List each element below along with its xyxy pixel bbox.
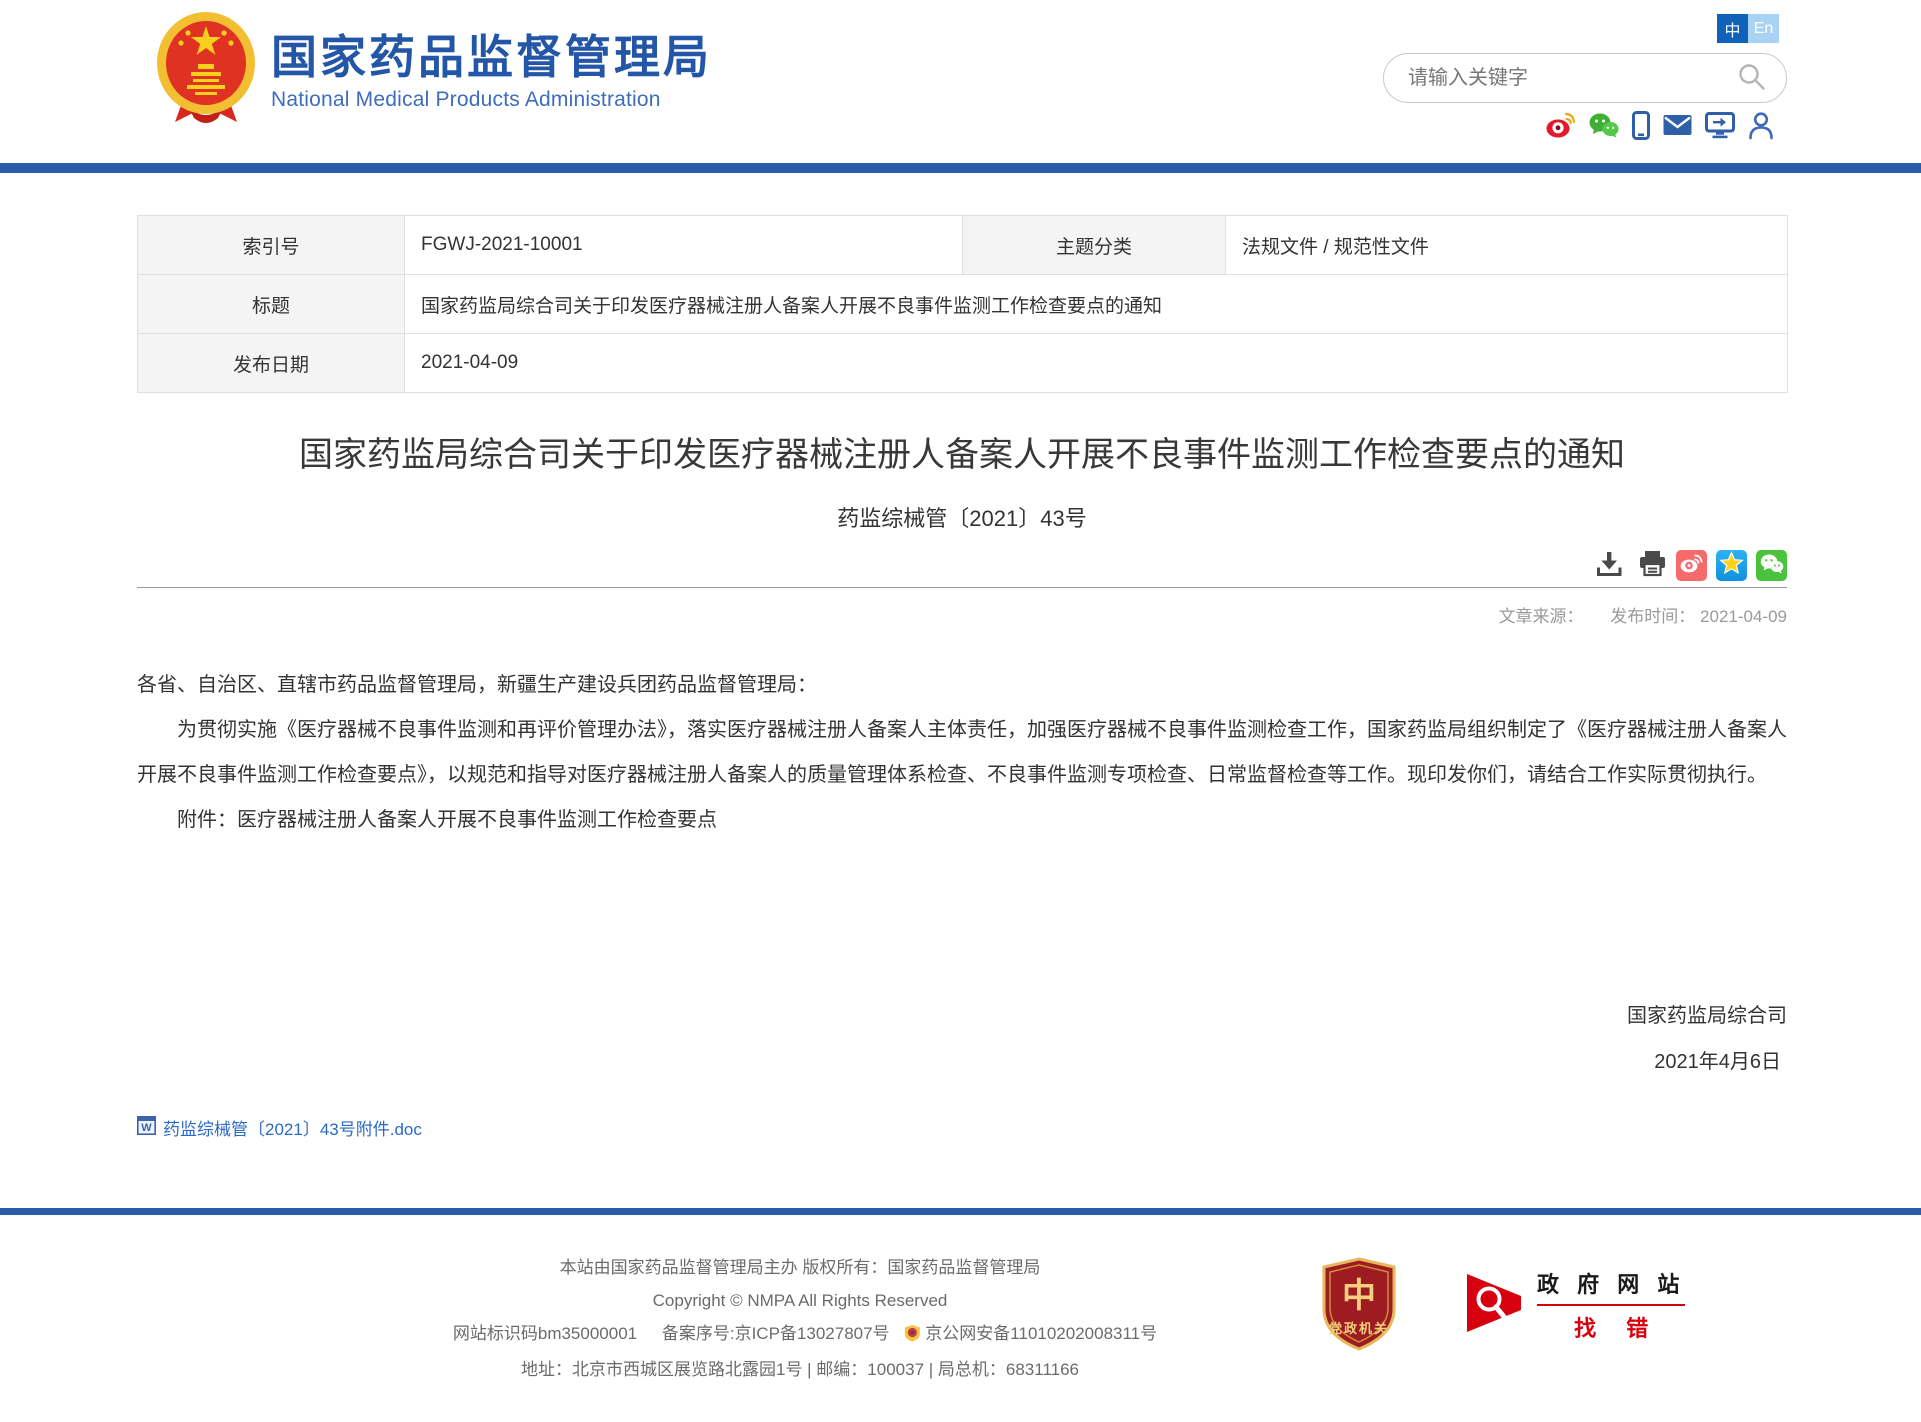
footer-address-line: 地址：北京市西城区展览路北露园1号 | 邮编：100037 | 局总机：6831… [443,1353,1157,1386]
svg-text:W: W [141,1122,152,1134]
signature-block: 国家药监局综合司 2021年4月6日 [137,993,1787,1085]
lang-en-button[interactable]: En [1748,14,1779,43]
weibo-icon[interactable] [1546,112,1576,138]
article-meta: 文章来源： 发布时间： 2021-04-09 [137,602,1787,627]
site-logo[interactable]: 国家药品监督管理局 National Medical Products Admi… [155,10,712,129]
article-body: 各省、自治区、直辖市药品监督管理局，新疆生产建设兵团药品监督管理局： 为贯彻实施… [137,663,1787,843]
mobile-icon[interactable] [1632,111,1650,140]
info-value-category: 法规文件 / 规范性文件 [1226,216,1788,275]
document-info-table: 索引号 FGWJ-2021-10001 主题分类 法规文件 / 规范性文件 标题… [137,215,1788,393]
attachment-note-line: 附件：医疗器械注册人备案人开展不良事件监测工作检查要点 [137,798,1787,843]
info-value-date: 2021-04-09 [405,334,1788,393]
header-social-icons [1546,110,1774,140]
footer-copyright-line: Copyright © NMPA All Rights Reserved [443,1284,1157,1317]
main-content: 索引号 FGWJ-2021-10001 主题分类 法规文件 / 规范性文件 标题… [137,215,1787,1140]
site-id-code: 网站标识码bm35000001 [453,1324,637,1343]
info-value-index: FGWJ-2021-10001 [405,216,963,275]
user-icon[interactable] [1748,111,1774,140]
printer-icon [1638,550,1667,580]
table-row: 发布日期 2021-04-09 [138,334,1788,393]
lang-cn-button[interactable]: 中 [1717,14,1748,43]
document-number: 药监综械管〔2021〕43号 [137,501,1787,533]
mail-icon[interactable] [1663,114,1692,136]
search-box [1383,53,1787,103]
site-footer: 本站由国家药品监督管理局主办 版权所有：国家药品监督管理局 Copyright … [0,1215,1921,1422]
qzone-star-icon [1719,551,1744,579]
table-row: 索引号 FGWJ-2021-10001 主题分类 法规文件 / 规范性文件 [138,216,1788,275]
info-value-title: 国家药监局综合司关于印发医疗器械注册人备案人开展不良事件监测工作检查要点的通知 [405,275,1788,334]
source-label: 文章来源： [1499,607,1584,626]
svg-text:党政机关: 党政机关 [1329,1321,1389,1336]
wechat-icon[interactable] [1589,112,1619,138]
find-error-sub: 找 错 [1537,1311,1685,1343]
wechat-share-icon [1760,553,1784,577]
site-header: 国家药品监督管理局 National Medical Products Admi… [0,0,1921,163]
search-icon [1736,61,1768,96]
header-divider-bar [0,163,1921,173]
language-switch: 中 En [1717,14,1779,43]
article-toolbar [137,549,1787,581]
svg-text:中: 中 [1342,1277,1376,1315]
security-record-number: 京公网安备11010202008311号 [925,1324,1157,1343]
signature-org: 国家药监局综合司 [137,993,1787,1039]
page-title: 国家药监局综合司关于印发医疗器械注册人备案人开展不良事件监测工作检查要点的通知 [137,433,1787,477]
publish-time-label: 发布时间： [1610,607,1695,626]
salutation-line: 各省、自治区、直辖市药品监督管理局，新疆生产建设兵团药品监督管理局： [137,663,1787,708]
info-label-category: 主题分类 [963,216,1226,275]
find-error-text: 政 府 网 站 找 错 [1537,1267,1685,1343]
table-row: 标题 国家药监局综合司关于印发医疗器械注册人备案人开展不良事件监测工作检查要点的… [138,275,1788,334]
monitor-icon[interactable] [1705,112,1735,139]
footer-divider-bar [0,1208,1921,1215]
share-qzone-button[interactable] [1716,550,1747,581]
info-label-index: 索引号 [138,216,405,275]
footer-text-block: 本站由国家药品监督管理局主办 版权所有：国家药品监督管理局 Copyright … [443,1251,1157,1386]
police-badge-icon [904,1320,921,1353]
site-title-en: National Medical Products Administration [271,88,712,112]
info-label-title: 标题 [138,275,405,334]
icp-number: 备案序号:京ICP备13027807号 [662,1324,890,1343]
party-gov-badge[interactable]: 中 党政机关 [1320,1257,1398,1356]
toolbar-divider [137,587,1787,588]
site-title-cn: 国家药品监督管理局 [271,28,712,86]
footer-host-line: 本站由国家药品监督管理局主办 版权所有：国家药品监督管理局 [443,1251,1157,1284]
weibo-share-icon [1680,554,1703,576]
search-input[interactable] [1406,66,1730,91]
national-emblem-icon [155,10,257,129]
attachment-file-link[interactable]: 药监综械管〔2021〕43号附件.doc [163,1115,422,1140]
info-label-date: 发布日期 [138,334,405,393]
word-doc-icon: W [137,1116,156,1140]
gov-site-find-error-badge[interactable]: 政 府 网 站 找 错 [1463,1267,1685,1343]
find-error-title: 政 府 网 站 [1537,1267,1685,1306]
download-button[interactable] [1596,550,1622,580]
share-weibo-button[interactable] [1676,550,1707,581]
attachment-link-row[interactable]: W 药监综械管〔2021〕43号附件.doc [137,1115,557,1140]
find-error-flag-icon [1463,1272,1525,1339]
download-icon [1596,550,1622,580]
search-button[interactable] [1730,60,1774,97]
body-paragraph: 为贯彻实施《医疗器械不良事件监测和再评价管理办法》，落实医疗器械注册人备案人主体… [137,708,1787,798]
footer-icp-line: 网站标识码bm35000001 备案序号:京ICP备13027807号 京公网安… [443,1317,1157,1353]
print-button[interactable] [1638,550,1667,580]
share-wechat-button[interactable] [1756,550,1787,581]
signature-date: 2021年4月6日 [137,1039,1787,1085]
publish-time-value: 2021-04-09 [1700,607,1787,626]
